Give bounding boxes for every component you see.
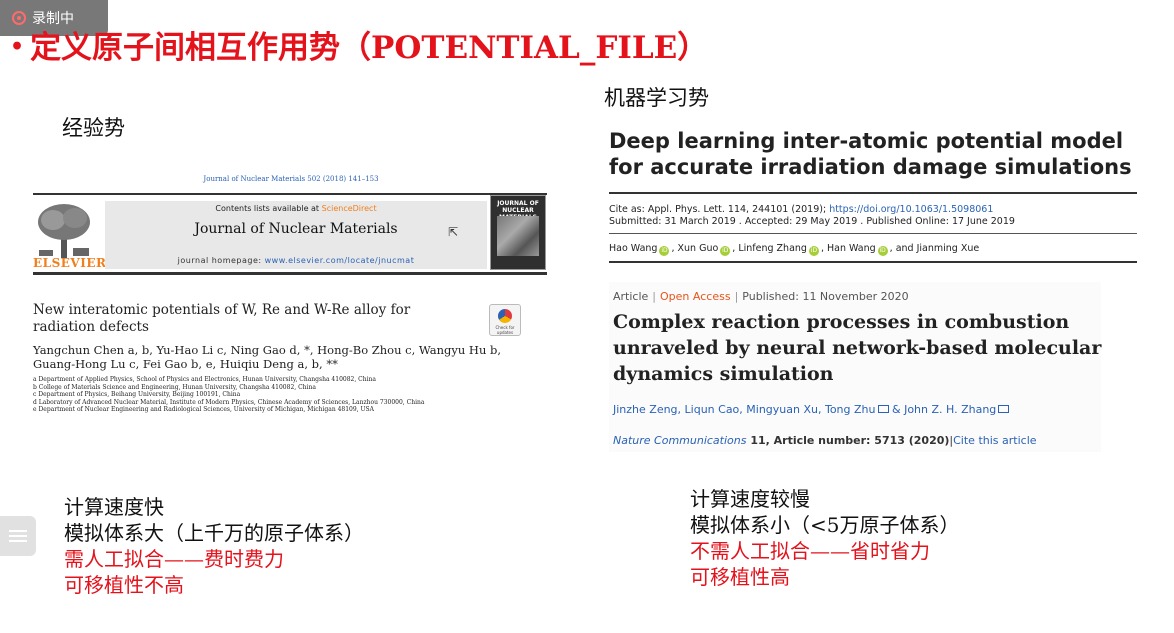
cite-this-article-link[interactable]: Cite this article xyxy=(953,434,1036,447)
journal-reference: Journal of Nuclear Materials 502 (2018) … xyxy=(203,175,379,183)
author-list[interactable]: & John Z. H. Zhang xyxy=(892,403,996,416)
volume-info: 11, Article number: 5713 (2020) xyxy=(746,434,950,447)
homepage-prefix: journal homepage: xyxy=(177,256,262,265)
mouse-cursor-icon: ⇱ xyxy=(448,225,459,239)
empirical-properties: 计算速度快 模拟体系大（上千万的原子体系） 需人工拟合——费时费力 可移植性不高 xyxy=(64,494,364,598)
journal-banner: Contents lists available at ScienceDirec… xyxy=(105,201,487,269)
doi-link[interactable]: https://doi.org/10.1063/1.5098061 xyxy=(829,204,993,215)
journal-homepage: journal homepage: www.elsevier.com/locat… xyxy=(105,256,487,265)
submission-dates: Submitted: 31 March 2019 . Accepted: 29 … xyxy=(609,216,1015,227)
apl-citation: Cite as: Appl. Phys. Lett. 114, 244101 (… xyxy=(609,204,1015,228)
affiliation: e Department of Nuclear Engineering and … xyxy=(33,406,374,414)
property-line: 模拟体系小（<5万原子体系） xyxy=(690,513,960,537)
author-name[interactable]: Han Wang xyxy=(827,243,876,254)
divider xyxy=(33,193,547,195)
empirical-heading: 经验势 xyxy=(62,116,125,140)
orcid-icon[interactable]: iD xyxy=(720,246,731,256)
journal-name: Journal of Nuclear Materials xyxy=(194,221,398,237)
crossmark-icon xyxy=(498,309,512,323)
orcid-icon[interactable]: iD xyxy=(877,246,888,256)
divider xyxy=(609,192,1137,194)
property-line: 计算速度较慢 xyxy=(690,487,810,511)
title-bullet: • xyxy=(10,34,25,60)
paper-title: New interatomic potentials of W, Re and … xyxy=(33,302,411,335)
apl-authors: Hao Wang iD, Xun Guo iD, Linfeng Zhang iD, … xyxy=(609,243,980,256)
orcid-icon[interactable]: iD xyxy=(808,246,819,256)
journal-name[interactable]: Nature Communications xyxy=(613,434,746,447)
property-line: 计算速度快 xyxy=(64,495,164,519)
divider xyxy=(609,233,1137,234)
sciencedirect-link[interactable]: ScienceDirect xyxy=(322,204,377,213)
affiliations: a Department of Applied Physics, School … xyxy=(33,376,533,414)
divider xyxy=(609,261,1137,263)
article-type: Article xyxy=(613,290,649,303)
author-name[interactable]: Xun Guo xyxy=(678,243,719,254)
homepage-link[interactable]: www.elsevier.com/locate/jnucmat xyxy=(265,256,415,265)
article-meta: Article | Open Access | Published: 11 Novemb… xyxy=(613,290,909,303)
journal-cover: JOURNAL OF NUCLEAR MATERIALS xyxy=(490,195,546,270)
property-line-highlight: 可移植性高 xyxy=(690,565,790,589)
affiliation: d Laboratory of Advanced Nuclear Materia… xyxy=(33,398,425,406)
ml-properties: 计算速度较慢 模拟体系小（<5万原子体系） 不需人工拟合——省时省力 可移植性高 xyxy=(690,486,959,590)
affiliation: c Department of Physics, Beihang Univers… xyxy=(33,391,241,399)
apl-title-line2: for accurate irradiation damage simulati… xyxy=(609,155,1132,179)
property-line: 模拟体系大（上千万的原子体系） xyxy=(64,521,364,545)
author-name[interactable]: Hao Wang xyxy=(609,243,657,254)
author-list[interactable]: Jinzhe Zeng, Liqun Cao, Mingyuan Xu, Ton… xyxy=(613,403,876,416)
ml-heading: 机器学习势 xyxy=(604,86,709,110)
affiliation: b College of Materials Science and Engin… xyxy=(33,383,316,391)
paper-screenshot-elsevier: Journal of Nuclear Materials 502 (2018) … xyxy=(33,168,549,428)
affiliation: a Department of Applied Physics, School … xyxy=(33,376,376,383)
published-date: Published: 11 November 2020 xyxy=(742,290,909,303)
open-access-badge: Open Access xyxy=(660,290,731,303)
author-name[interactable]: , and Jianming Xue xyxy=(890,243,980,254)
list-menu-icon xyxy=(9,527,27,545)
crossmark-label: Check for updates xyxy=(495,325,515,335)
property-line-highlight: 不需人工拟合——省时省力 xyxy=(690,539,930,563)
property-line-warning: 需人工拟合——费时费力 xyxy=(64,547,284,571)
paper-authors: Yangchun Chen a, b, Yu-Hao Li c, Ning Ga… xyxy=(33,343,502,371)
email-icon[interactable] xyxy=(877,405,889,413)
orcid-icon[interactable]: iD xyxy=(659,246,670,256)
nature-article-header: Article | Open Access | Published: 11 Novemb… xyxy=(609,282,1101,452)
email-icon[interactable] xyxy=(998,405,1010,413)
paper-screenshot-ml: Deep learning inter-atomic potential mod… xyxy=(605,122,1145,452)
apl-title-line1: Deep learning inter-atomic potential mod… xyxy=(609,129,1124,153)
property-line-warning: 可移植性不高 xyxy=(64,573,184,597)
cite-prefix: Cite as: Appl. Phys. Lett. 114, 244101 (… xyxy=(609,204,830,215)
author-name[interactable]: Linfeng Zhang xyxy=(738,243,807,254)
article-journal-line: Nature Communications 11, Article number… xyxy=(613,434,1037,447)
elsevier-wordmark: ELSEVIER xyxy=(33,256,107,270)
article-title: Complex reaction processes in combustion… xyxy=(613,311,1102,385)
slide-title-text: 定义原子间相互作用势（POTENTIAL_FILE） xyxy=(30,30,709,66)
crossmark-button[interactable]: Check for updates xyxy=(489,304,521,336)
contents-prefix: Contents lists available at xyxy=(215,204,320,213)
menu-toggle-button[interactable] xyxy=(0,516,36,556)
article-authors: Jinzhe Zeng, Liqun Cao, Mingyuan Xu, Ton… xyxy=(613,403,1010,416)
contents-line: Contents lists available at ScienceDirec… xyxy=(105,204,487,213)
divider xyxy=(33,272,547,275)
cover-image xyxy=(497,216,539,256)
slide-title: • 定义原子间相互作用势（POTENTIAL_FILE） xyxy=(10,22,708,67)
apl-paper-title: Deep learning inter-atomic potential mod… xyxy=(609,128,1132,180)
